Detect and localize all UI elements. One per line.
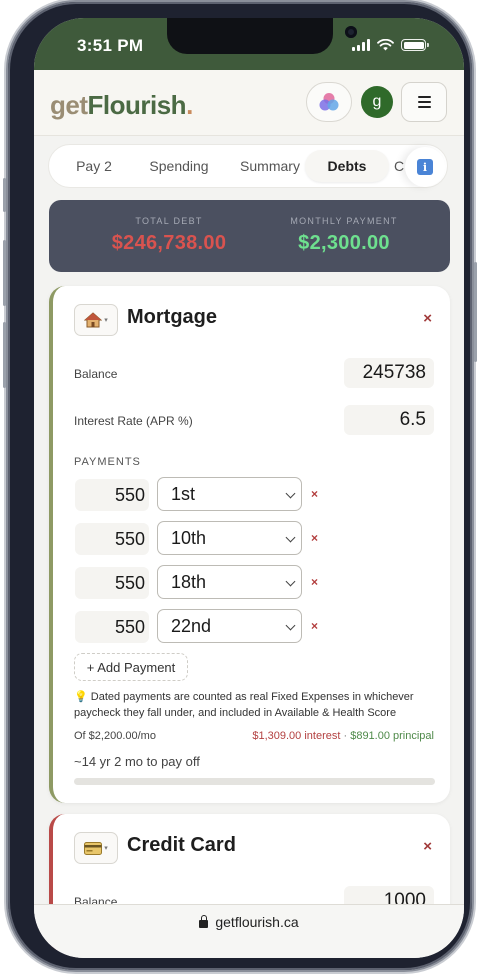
balance-input[interactable]: 245738 xyxy=(344,358,434,388)
dynamic-island xyxy=(167,18,357,54)
monthly-payment-value: $2,300.00 xyxy=(298,232,390,254)
payment-day-select[interactable]: 1st xyxy=(157,477,302,511)
payment-amount-input[interactable]: 550 xyxy=(75,523,149,555)
wifi-icon xyxy=(377,39,394,51)
interest-principal-split: $1,309.00 interest · $891.00 principal xyxy=(252,730,434,742)
tab-pay-2[interactable]: Pay 2 xyxy=(59,150,129,182)
tab-spending[interactable]: Spending xyxy=(131,150,227,182)
delete-mortgage-button[interactable]: × xyxy=(423,310,432,327)
chevron-down-icon xyxy=(285,620,296,631)
status-bar: 3:51 PM xyxy=(34,18,464,70)
info-icon: i xyxy=(417,159,433,175)
avatar[interactable]: g xyxy=(361,86,393,118)
app-header: getFlourish. g xyxy=(34,70,464,136)
payment-day-value: 18th xyxy=(171,572,207,592)
tab-summary[interactable]: Summary xyxy=(227,150,313,182)
payment-amount-input[interactable]: 550 xyxy=(75,567,149,599)
monthly-payment-label: MONTHLY PAYMENT xyxy=(290,216,398,226)
browser-url-bar[interactable]: getflourish.ca xyxy=(34,904,464,958)
theme-button[interactable] xyxy=(306,82,352,122)
principal-amount: $891.00 principal xyxy=(350,730,434,742)
status-time: 3:51 PM xyxy=(77,36,144,55)
payment-amount-input[interactable]: 550 xyxy=(75,611,149,643)
debt-totals-banner: TOTAL DEBT $246,738.00 MONTHLY PAYMENT $… xyxy=(49,200,450,272)
interest-rate-label: Interest Rate (APR %) xyxy=(74,414,193,428)
payoff-progress-bar xyxy=(74,778,435,785)
mortgage-card: ▾ Mortgage × Balance 245738 Interest Rat… xyxy=(49,286,450,803)
camera-icon xyxy=(345,26,357,38)
screen: 3:51 PM getFlourish. g Pay 2 Spending Su… xyxy=(34,18,464,958)
payment-amount-input[interactable]: 550 xyxy=(75,479,149,511)
delete-credit-card-button[interactable]: × xyxy=(423,838,432,855)
tab-bar: Pay 2 Spending Summary Debts C i xyxy=(48,144,448,188)
status-icons xyxy=(352,39,429,51)
total-debt-value: $246,738.00 xyxy=(111,232,227,254)
payment-day-value: 22nd xyxy=(171,616,212,636)
cellular-signal-icon xyxy=(352,39,370,51)
menu-button[interactable] xyxy=(401,82,447,122)
url-text: getflourish.ca xyxy=(215,914,299,930)
payment-day-select[interactable]: 18th xyxy=(157,565,302,599)
dated-payments-note: 💡 Dated payments are counted as real Fix… xyxy=(74,691,414,719)
chevron-down-icon xyxy=(285,532,296,543)
url-display[interactable]: getflourish.ca xyxy=(34,914,464,930)
hamburger-icon xyxy=(417,96,431,98)
payment-day-value: 1st xyxy=(171,484,196,504)
mortgage-title[interactable]: Mortgage xyxy=(127,306,217,329)
interest-rate-input[interactable]: 6.5 xyxy=(344,405,434,435)
volume-down-button xyxy=(3,322,6,388)
volume-up-button xyxy=(3,240,6,306)
payments-label: PAYMENTS xyxy=(74,456,141,468)
payoff-estimate: ~14 yr 2 mo to pay off xyxy=(74,754,200,769)
credit-card-icon xyxy=(84,841,103,855)
logo-text-flourish: Flourish xyxy=(87,90,187,120)
payment-day-value: 10th xyxy=(171,528,207,548)
interest-amount: $1,309.00 interest xyxy=(252,730,341,742)
battery-icon xyxy=(401,39,429,51)
chevron-down-icon xyxy=(285,488,296,499)
app-logo[interactable]: getFlourish. xyxy=(50,90,193,121)
action-button xyxy=(3,178,6,212)
credit-card-icon-picker[interactable]: ▾ xyxy=(74,832,118,864)
credit-card-title[interactable]: Credit Card xyxy=(127,834,236,857)
remove-payment-button[interactable]: × xyxy=(311,531,318,545)
power-button xyxy=(474,262,477,362)
logo-text-get: get xyxy=(50,90,88,120)
tab-debts[interactable]: Debts xyxy=(305,150,389,182)
house-icon xyxy=(84,312,103,328)
chevron-down-icon: ▾ xyxy=(104,845,108,852)
chevron-down-icon xyxy=(285,576,296,587)
split-separator: · xyxy=(340,730,351,742)
balance-label: Balance xyxy=(74,367,118,381)
remove-payment-button[interactable]: × xyxy=(311,575,318,589)
payment-day-select[interactable]: 22nd xyxy=(157,609,302,643)
lock-icon xyxy=(199,915,209,928)
total-debt-label: TOTAL DEBT xyxy=(135,216,203,226)
chevron-down-icon: ▾ xyxy=(104,317,108,324)
logo-dot: . xyxy=(186,90,193,120)
phone-frame: 3:51 PM getFlourish. g Pay 2 Spending Su… xyxy=(8,2,472,970)
remove-payment-button[interactable]: × xyxy=(311,487,318,501)
mortgage-icon-picker[interactable]: ▾ xyxy=(74,304,118,336)
monthly-total-text: Of $2,200.00/mo xyxy=(74,730,156,742)
payment-day-select[interactable]: 10th xyxy=(157,521,302,555)
color-circles-icon xyxy=(319,93,339,111)
add-payment-button[interactable]: + Add Payment xyxy=(74,653,188,681)
remove-payment-button[interactable]: × xyxy=(311,619,318,633)
info-button[interactable]: i xyxy=(405,147,445,187)
